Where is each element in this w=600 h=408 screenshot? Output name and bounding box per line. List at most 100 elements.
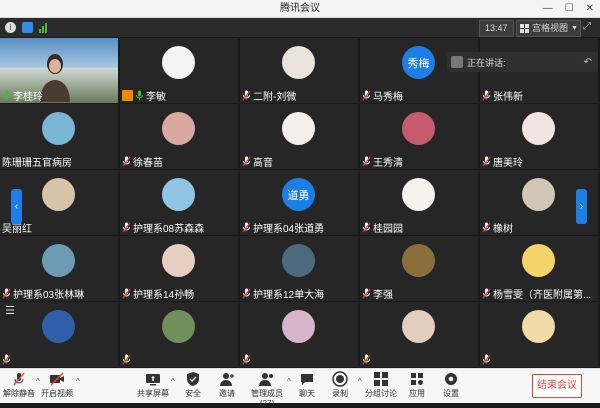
participant-name: 王秀清 [373, 157, 403, 169]
record-label: 录制 [332, 389, 348, 398]
previous-page-button[interactable]: ‹ [11, 189, 22, 224]
participant-name: 张伟新 [493, 91, 523, 103]
apps-icon [409, 371, 425, 387]
speaker-thumbnail [451, 56, 463, 68]
participant-tile[interactable] [120, 302, 238, 367]
participant-nameplate: 李桂玲 [2, 88, 116, 102]
info-icon[interactable]: i [5, 22, 16, 33]
participant-tile[interactable]: 高音 [240, 104, 358, 169]
participant-tile[interactable]: 二附-刘微 [240, 38, 358, 103]
participant-tile[interactable]: 道勇 护理系04张道勇 [240, 170, 358, 235]
muted-mic-icon [362, 222, 371, 233]
record-options-caret-icon[interactable]: ^ [358, 377, 362, 386]
invite-button[interactable]: 邀请 [210, 371, 244, 399]
video-label: 开启视频 [41, 389, 73, 398]
muted-mic-icon [242, 354, 251, 365]
breakout-rooms-icon [373, 371, 389, 387]
participant-nameplate: 张伟新 [482, 88, 596, 102]
participant-avatar [162, 112, 195, 145]
participant-tile[interactable]: 护理系03张林琳 [0, 236, 118, 301]
next-page-button[interactable]: › [576, 189, 587, 224]
apps-button[interactable]: 应用 [400, 371, 434, 399]
mute-label: 解除静音 [3, 389, 35, 398]
end-meeting-button[interactable]: 结束会议 [532, 374, 582, 398]
speaking-indicator: 正在讲话: ↶ [447, 52, 598, 72]
participant-name: 二附-刘微 [253, 91, 297, 103]
participant-tile[interactable]: 王秀清 [360, 104, 478, 169]
member-list-icon[interactable]: ☰ [2, 304, 18, 318]
participant-avatar [402, 112, 435, 145]
signal-icon[interactable] [39, 22, 47, 33]
muted-mic-icon [482, 222, 491, 233]
muted-mic-icon [482, 90, 491, 101]
apps-label: 应用 [409, 389, 425, 398]
participant-text-avatar: 秀梅 [402, 46, 435, 79]
participant-tile[interactable]: 李强 [360, 236, 478, 301]
participant-nameplate [122, 352, 236, 366]
participant-tile[interactable]: 桂园园 [360, 170, 478, 235]
participant-nameplate [482, 352, 596, 366]
chat-button[interactable]: 聊天 [290, 371, 324, 399]
maximize-icon[interactable]: ☐ [565, 0, 574, 17]
share-screen-icon [145, 371, 161, 387]
participant-nameplate [242, 352, 356, 366]
participant-avatar [282, 244, 315, 277]
hide-panel-icon[interactable]: ↶ [584, 57, 592, 68]
minimize-icon[interactable]: — [543, 0, 553, 17]
fullscreen-icon[interactable]: ⤢ [583, 21, 595, 33]
share-options-caret-icon[interactable]: ^ [171, 377, 175, 386]
shield-icon[interactable] [22, 22, 33, 33]
settings-button[interactable]: 设置 [434, 371, 468, 399]
participant-nameplate: 唐美玲 [482, 154, 596, 168]
speaking-label: 正在讲话: [467, 57, 506, 68]
participant-avatar [522, 178, 555, 211]
participant-avatar [402, 310, 435, 343]
participant-nameplate: 护理系08苏森森 [122, 220, 236, 234]
muted-mic-icon [242, 288, 251, 299]
participant-tile[interactable]: 杨雪雯（齐医附属第... [480, 236, 598, 301]
participant-nameplate: 马秀梅 [362, 88, 476, 102]
record-button[interactable]: 录制 [323, 371, 357, 399]
settings-label: 设置 [443, 389, 459, 398]
add-user-icon [219, 371, 235, 387]
window-title: 腾讯会议 [280, 3, 320, 14]
manage-members-button[interactable]: 管理成员(27) [246, 371, 288, 408]
muted-mic-icon [482, 354, 491, 365]
participant-name: 护理系08苏森森 [133, 223, 205, 235]
mute-button[interactable]: 解除静音 [2, 371, 36, 399]
participant-tile[interactable]: 李桂玲 [0, 38, 118, 103]
title-bar: 腾讯会议 — ☐ ✕ [0, 0, 600, 18]
participant-tile[interactable]: 护理系14孙畅 [120, 236, 238, 301]
participant-tile[interactable]: 护理系08苏森森 [120, 170, 238, 235]
participant-tile[interactable]: 徐春苗 [120, 104, 238, 169]
security-button[interactable]: 安全 [176, 371, 210, 399]
participant-nameplate: 高音 [242, 154, 356, 168]
meeting-clock: 13:47 [479, 20, 514, 37]
participant-text-avatar: 道勇 [282, 178, 315, 211]
muted-mic-icon [362, 288, 371, 299]
share-screen-button[interactable]: 共享屏幕 [136, 371, 170, 399]
participant-avatar [162, 310, 195, 343]
participant-tile[interactable]: 唐美玲 [480, 104, 598, 169]
participant-tile[interactable] [240, 302, 358, 367]
participant-tile[interactable]: 陈珊珊五官病房 [0, 104, 118, 169]
video-button[interactable]: 开启视频 [40, 371, 74, 399]
video-options-caret-icon[interactable]: ^ [76, 377, 80, 386]
share-screen-label: 共享屏幕 [137, 389, 169, 398]
participant-tile[interactable] [360, 302, 478, 367]
participant-nameplate: 桂园园 [362, 220, 476, 234]
muted-mic-icon [2, 354, 11, 365]
close-icon[interactable]: ✕ [586, 0, 594, 17]
muted-mic-icon [362, 354, 371, 365]
participant-nameplate: 李强 [362, 286, 476, 300]
mic-icon [135, 90, 144, 101]
view-mode-button[interactable]: 宫格视图 ▼ [516, 20, 581, 37]
participant-nameplate: 二附-刘微 [242, 88, 356, 102]
muted-mic-icon [11, 371, 27, 387]
muted-mic-icon [242, 156, 251, 167]
breakout-button[interactable]: 分组讨论 [364, 371, 398, 399]
participant-tile[interactable]: 李敏 [120, 38, 238, 103]
participant-tile[interactable] [480, 302, 598, 367]
participant-tile[interactable]: 护理系12单大海 [240, 236, 358, 301]
participant-nameplate: 护理系14孙畅 [122, 286, 236, 300]
